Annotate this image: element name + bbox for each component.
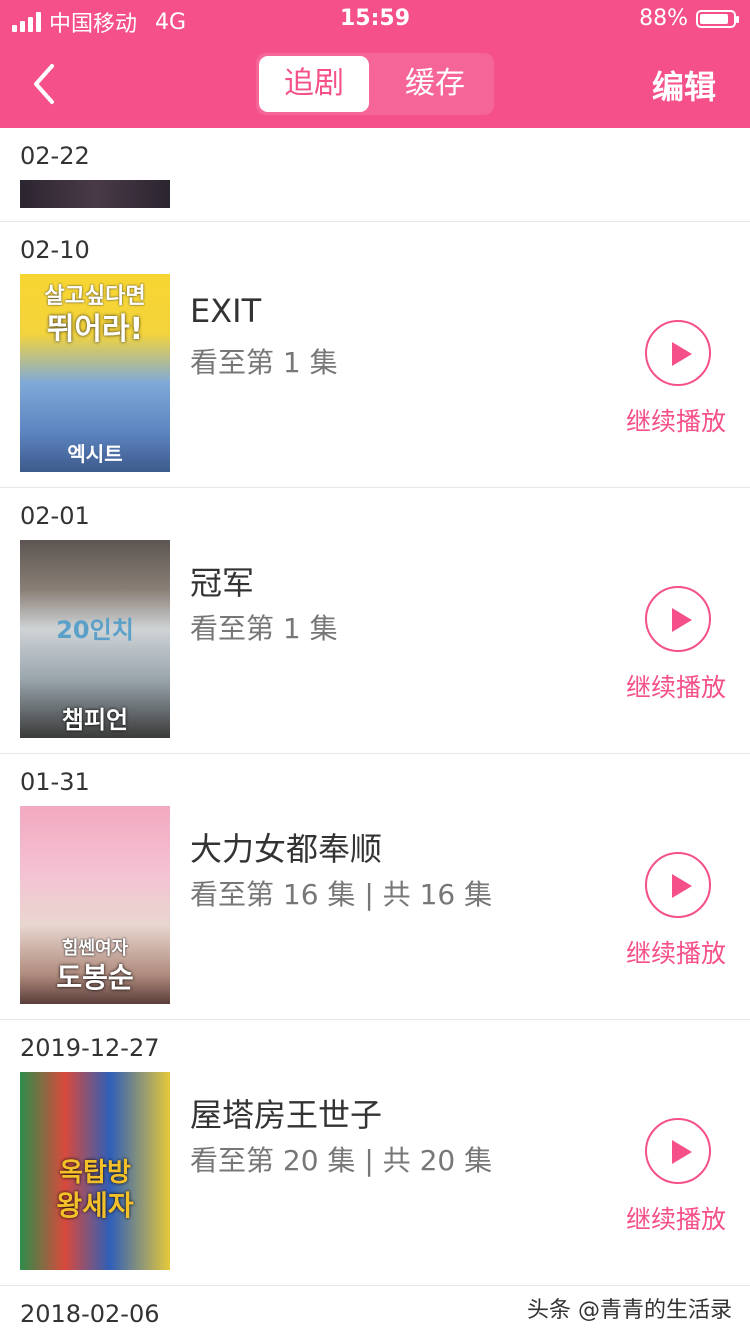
play-icon [672, 1140, 692, 1164]
date-label: 2018-02-06 [20, 1300, 160, 1328]
drama-title[interactable]: 屋塔房王世子 [190, 1090, 382, 1136]
date-label: 02-01 [20, 502, 90, 530]
tab-cache[interactable]: 缓存 [380, 56, 490, 112]
play-button[interactable] [645, 852, 711, 918]
date-label: 01-31 [20, 768, 90, 796]
poster-text: 뛰어라! [46, 312, 144, 347]
divider [0, 1285, 750, 1286]
tab-following[interactable]: 追剧 [259, 56, 369, 112]
play-icon [672, 874, 692, 898]
watermark: 头条 @青青的生活录 [527, 1298, 732, 1323]
poster-partial[interactable] [20, 180, 170, 208]
edit-button[interactable]: 编辑 [652, 62, 716, 108]
continue-playing-link[interactable]: 继续播放 [626, 1200, 726, 1236]
play-icon [672, 608, 692, 632]
poster-exit[interactable]: 살고싶다면 뛰어라! 엑시트 [20, 274, 170, 472]
continue-playing-link[interactable]: 继续播放 [626, 668, 726, 704]
poster-rooftop-prince[interactable]: 옥탑방 왕세자 [20, 1072, 170, 1270]
divider [0, 221, 750, 222]
poster-text: 엑시트 [67, 442, 123, 466]
drama-title[interactable]: 大力女都奉顺 [190, 824, 382, 870]
segment-control: 追剧 缓存 [256, 53, 494, 115]
play-icon [672, 342, 692, 366]
status-bar: 中国移动 4G 15:59 88% [0, 0, 750, 40]
battery-icon [696, 9, 739, 28]
play-button[interactable] [645, 320, 711, 386]
watch-progress: 看至第 1 集 [190, 612, 338, 645]
watch-progress: 看至第 20 集 | 共 20 集 [190, 1144, 493, 1177]
divider [0, 487, 750, 488]
drama-title[interactable]: EXIT [190, 292, 261, 330]
poster-champion[interactable]: 20인치 챔피언 [20, 540, 170, 738]
chevron-left-icon [34, 64, 54, 104]
divider [0, 753, 750, 754]
watch-progress: 看至第 1 集 [190, 346, 338, 379]
continue-playing-link[interactable]: 继续播放 [626, 934, 726, 970]
poster-text: 왕세자 [56, 1189, 134, 1222]
poster-text: 도봉순 [56, 961, 134, 994]
watch-history-list: 02-22 02-10 살고싶다면 뛰어라! 엑시트 EXIT 看至第 1 集 … [0, 128, 750, 1334]
poster-text: 20인치 [56, 616, 134, 644]
divider [0, 1019, 750, 1020]
header: 中国移动 4G 15:59 88% 追剧 缓存 编辑 [0, 0, 750, 128]
battery-percent: 88% [639, 6, 688, 31]
date-label: 02-22 [20, 142, 90, 170]
poster-text: 챔피언 [61, 706, 129, 734]
watch-progress: 看至第 16 集 | 共 16 集 [190, 878, 493, 911]
play-button[interactable] [645, 586, 711, 652]
date-label: 2019-12-27 [20, 1034, 160, 1062]
continue-playing-link[interactable]: 继续播放 [626, 402, 726, 438]
play-button[interactable] [645, 1118, 711, 1184]
date-label: 02-10 [20, 236, 90, 264]
poster-strong-woman[interactable]: 힘쎈여자 도봉순 [20, 806, 170, 1004]
back-button[interactable] [26, 62, 70, 106]
drama-title[interactable]: 冠军 [190, 558, 254, 604]
nav-bar: 追剧 缓存 编辑 [0, 40, 750, 128]
clock: 15:59 [339, 6, 411, 31]
